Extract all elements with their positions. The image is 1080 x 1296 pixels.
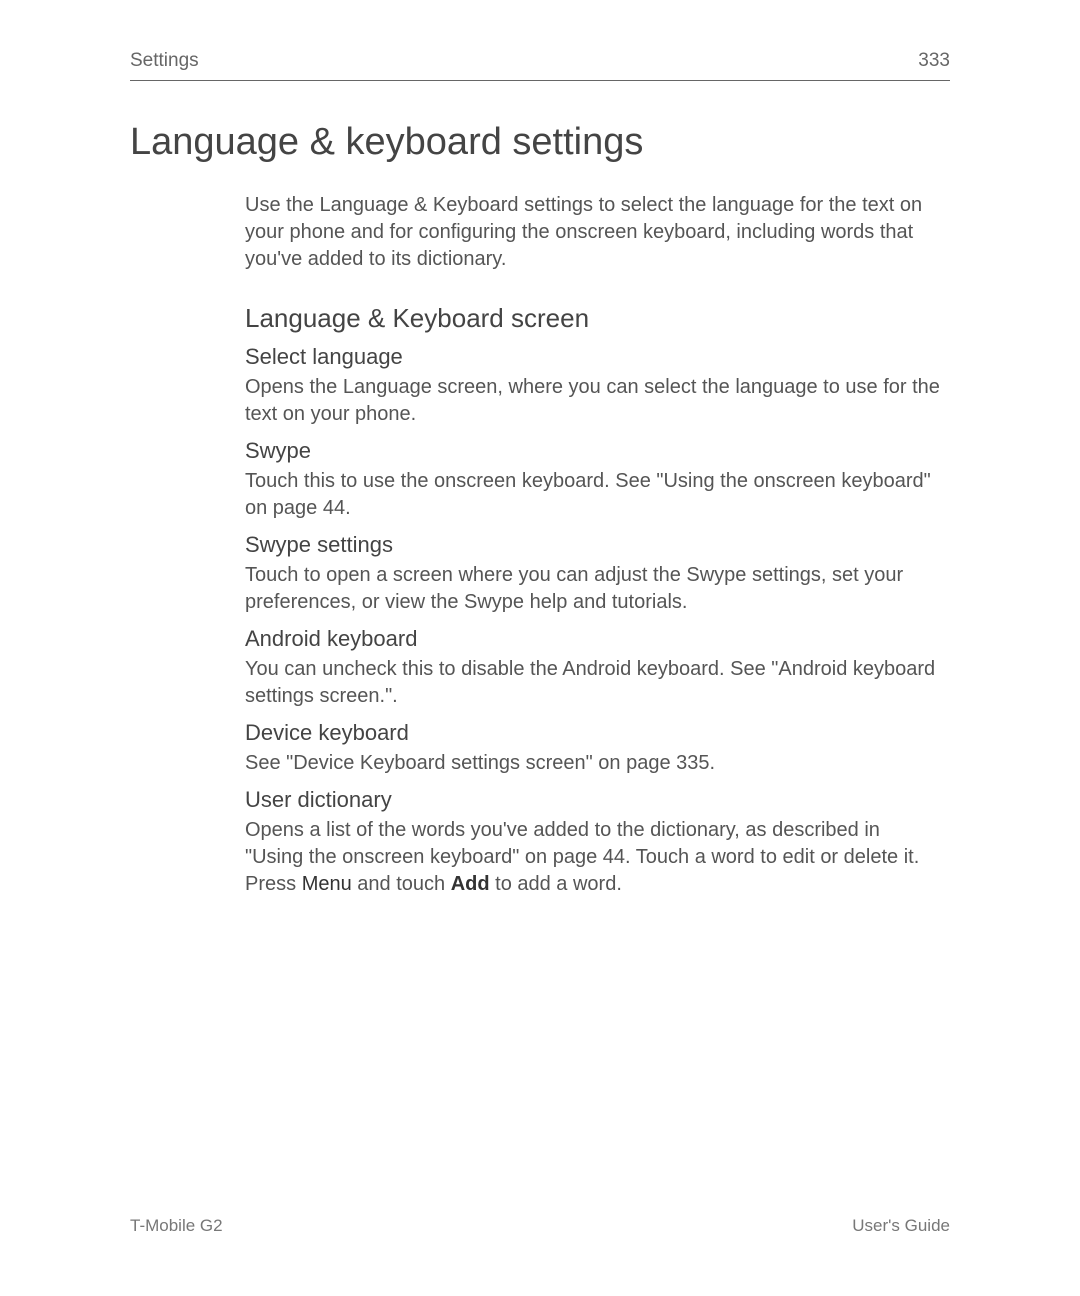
add-label: Add xyxy=(451,873,490,895)
user-dict-text-post: to add a word. xyxy=(490,873,622,895)
content-block: Use the Language & Keyboard settings to … xyxy=(130,192,950,898)
item-title-android-keyboard: Android keyboard xyxy=(245,626,940,652)
footer-guide: User's Guide xyxy=(852,1216,950,1236)
page-header: Settings 333 xyxy=(130,50,950,81)
item-body-select-language: Opens the Language screen, where you can… xyxy=(245,374,940,428)
item-title-swype-settings: Swype settings xyxy=(245,532,940,558)
item-body-android-keyboard: You can uncheck this to disable the Andr… xyxy=(245,656,940,710)
page-footer: T-Mobile G2 User's Guide xyxy=(130,1216,950,1236)
item-title-user-dictionary: User dictionary xyxy=(245,787,940,813)
section-title: Language & Keyboard screen xyxy=(245,303,940,334)
footer-device: T-Mobile G2 xyxy=(130,1216,223,1236)
menu-label: Menu xyxy=(302,873,352,895)
main-title: Language & keyboard settings xyxy=(130,121,950,164)
item-title-device-keyboard: Device keyboard xyxy=(245,720,940,746)
item-body-user-dictionary: Opens a list of the words you've added t… xyxy=(245,817,940,898)
item-title-select-language: Select language xyxy=(245,344,940,370)
user-dict-text-mid: and touch xyxy=(352,873,451,895)
intro-paragraph: Use the Language & Keyboard settings to … xyxy=(245,192,940,273)
item-title-swype: Swype xyxy=(245,438,940,464)
item-body-swype-settings: Touch to open a screen where you can adj… xyxy=(245,562,940,616)
item-body-swype: Touch this to use the onscreen keyboard.… xyxy=(245,468,940,522)
page: Settings 333 Language & keyboard setting… xyxy=(0,0,1080,898)
item-body-device-keyboard: See "Device Keyboard settings screen" on… xyxy=(245,750,940,777)
header-section: Settings xyxy=(130,50,199,72)
page-number: 333 xyxy=(918,50,950,72)
